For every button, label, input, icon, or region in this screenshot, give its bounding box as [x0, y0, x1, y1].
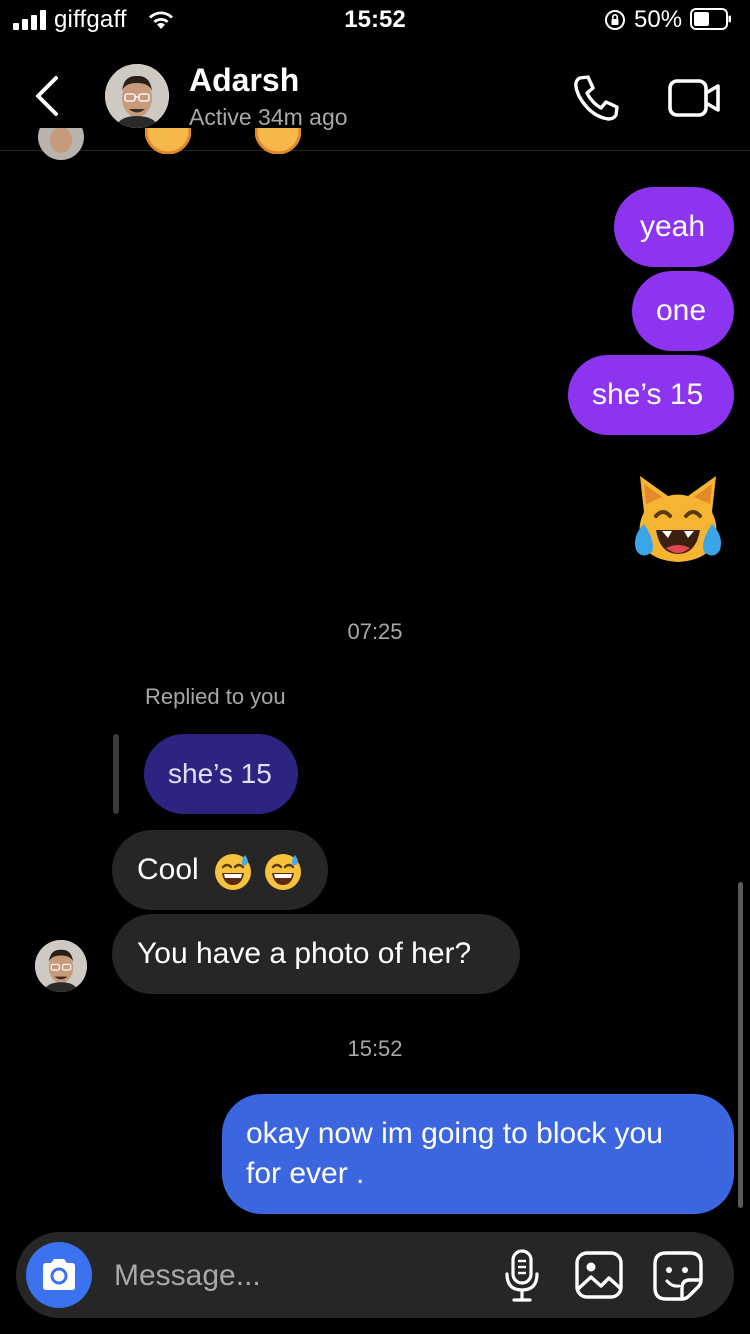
- sent-message[interactable]: one: [632, 271, 734, 351]
- video-camera-icon[interactable]: [666, 76, 722, 120]
- chat-header: Adarsh Active 34m ago: [0, 42, 750, 151]
- message-text: You have a photo of her?: [137, 937, 472, 970]
- orientation-lock-icon: [605, 10, 625, 30]
- message-input[interactable]: [112, 1252, 496, 1300]
- scrolled-emoji: [255, 128, 301, 158]
- camera-icon: [43, 1259, 75, 1290]
- contact-avatar[interactable]: [105, 64, 169, 128]
- status-bar: giffgaff 15:52 50%: [0, 0, 750, 42]
- message-text: she’s 15: [592, 378, 704, 411]
- message-text: one: [656, 294, 707, 327]
- message-text-line: for ever .: [246, 1157, 365, 1190]
- scrolled-emoji: [145, 128, 191, 158]
- cat-tears-of-joy-emoji[interactable]: [630, 472, 726, 570]
- quoted-message[interactable]: she’s 15: [144, 734, 298, 814]
- battery-icon: [690, 8, 731, 30]
- phone-icon[interactable]: [570, 72, 622, 124]
- reply-context-label: Replied to you: [145, 684, 286, 709]
- message-text: Cool: [137, 853, 199, 886]
- back-button[interactable]: [30, 72, 64, 120]
- sender-avatar[interactable]: [35, 940, 87, 992]
- sent-message[interactable]: okay now im going to block you for ever …: [222, 1094, 734, 1214]
- scrolled-avatar: [38, 128, 84, 162]
- message-text-line: okay now im going to block you: [246, 1117, 663, 1150]
- received-message[interactable]: You have a photo of her?: [112, 914, 520, 994]
- sent-message[interactable]: yeah: [614, 187, 734, 267]
- battery-percentage: 50%: [634, 6, 683, 33]
- image-icon[interactable]: [574, 1250, 624, 1300]
- received-message[interactable]: Cool: [112, 830, 328, 910]
- message-text: yeah: [640, 210, 706, 243]
- contact-active-status: Active 34m ago: [189, 104, 348, 130]
- reply-indicator-bar: [113, 734, 119, 814]
- grinning-sweat-emoji: [214, 854, 251, 891]
- contact-name[interactable]: Adarsh: [189, 62, 299, 99]
- sticker-icon[interactable]: [652, 1250, 704, 1302]
- camera-button[interactable]: [26, 1242, 92, 1308]
- scrollbar[interactable]: [738, 882, 743, 1208]
- grinning-sweat-emoji: [264, 854, 301, 891]
- message-timestamp: 07:25: [347, 619, 403, 644]
- message-composer: [16, 1232, 734, 1318]
- quoted-text: she’s 15: [168, 758, 272, 789]
- sent-message[interactable]: she’s 15: [568, 355, 734, 435]
- microphone-icon[interactable]: [502, 1248, 542, 1304]
- message-timestamp: 15:52: [347, 1036, 403, 1061]
